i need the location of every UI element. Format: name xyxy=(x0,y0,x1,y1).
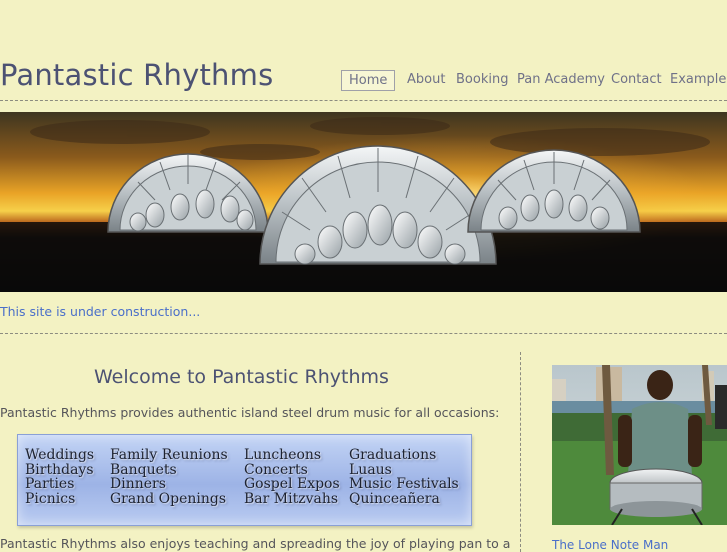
occasion-item: Luncheons xyxy=(244,447,322,463)
occasion-item: Family Reunions xyxy=(110,447,228,463)
performer-photo xyxy=(552,365,727,525)
occasion-item: Picnics xyxy=(25,490,76,507)
nav-booking[interactable]: Booking xyxy=(456,70,508,90)
occasion-item: Dinners xyxy=(110,476,166,493)
photo-caption: The Lone Note Man xyxy=(552,538,669,552)
hero-banner xyxy=(0,112,727,292)
occasion-item: Music Festivals xyxy=(349,476,459,493)
occasion-item: Concerts xyxy=(244,461,308,478)
teaching-text: Pantastic Rhythms also enjoys teaching a… xyxy=(0,536,511,551)
occasion-item: Parties xyxy=(25,476,75,493)
occasion-item: Grand Openings xyxy=(110,490,227,507)
occasions-panel: Weddings Birthdays Parties Picnics Famil… xyxy=(17,434,472,526)
nav-home[interactable]: Home xyxy=(341,70,396,91)
occasions-column-4: Graduations Luaus Music Festivals Quince… xyxy=(349,448,459,506)
occasion-item: Bar Mitzvahs xyxy=(244,490,339,507)
nav-contact[interactable]: Contact xyxy=(611,70,662,90)
construction-notice: This site is under construction... xyxy=(0,304,201,319)
nav-pan-academy[interactable]: Pan Academy xyxy=(517,70,605,90)
occasions-column-1: Weddings Birthdays Parties Picnics xyxy=(25,448,94,506)
occasion-item: Gospel Expos xyxy=(244,476,340,493)
occasion-item: Graduations xyxy=(349,447,437,463)
sidebar-divider xyxy=(520,352,521,552)
site-title: Pantastic Rhythms xyxy=(0,58,274,92)
welcome-heading: Welcome to Pantastic Rhythms xyxy=(94,366,389,388)
header-divider xyxy=(0,100,727,101)
occasions-column-3: Luncheons Concerts Gospel Expos Bar Mitz… xyxy=(244,448,340,506)
steel-drum-sunset-image xyxy=(0,112,727,292)
occasion-item: Luaus xyxy=(349,461,392,478)
main-nav: Home About Booking Pan Academy Contact E… xyxy=(341,70,727,92)
nav-about[interactable]: About xyxy=(407,70,445,90)
occasion-item: Quinceañera xyxy=(349,490,440,507)
occasion-item: Banquets xyxy=(110,461,177,478)
nav-examples[interactable]: Examples xyxy=(670,70,727,90)
steel-pan-player-image xyxy=(552,365,727,525)
occasion-item: Weddings xyxy=(25,447,95,463)
content-divider xyxy=(0,333,727,334)
occasion-item: Birthdays xyxy=(25,461,94,478)
occasions-column-2: Family Reunions Banquets Dinners Grand O… xyxy=(110,448,228,506)
intro-text: Pantastic Rhythms provides authentic isl… xyxy=(0,405,500,420)
